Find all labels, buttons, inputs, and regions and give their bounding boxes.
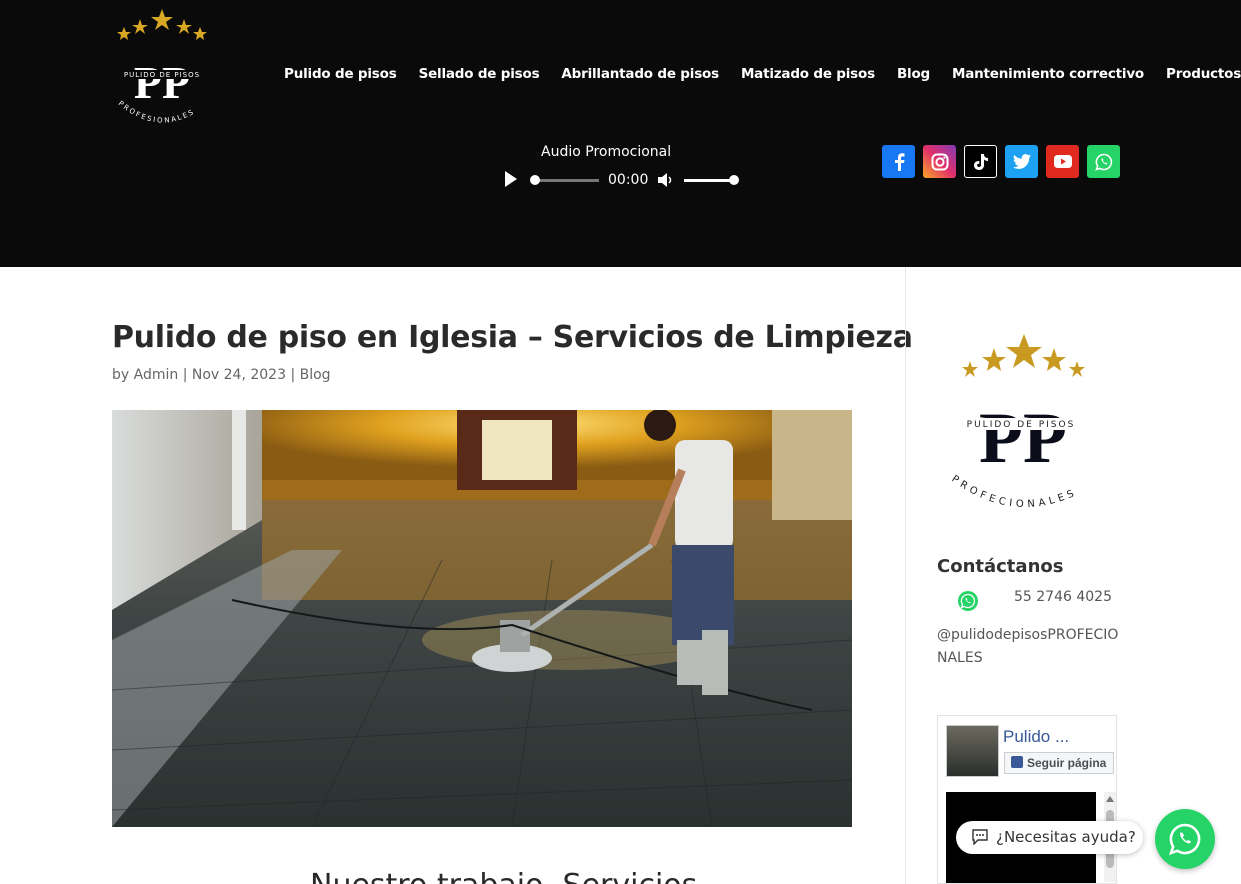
audio-player: 00:00 [505,168,745,192]
facebook-page-name[interactable]: Pulido ... [1003,727,1069,747]
main-nav: Pulido de pisos Sellado de pisos Abrilla… [284,66,1241,82]
chat-icon [972,829,988,845]
site-header: PP PULIDO DE PISOS PROFESIONALES Pulido … [0,0,1241,267]
play-icon[interactable] [505,171,517,187]
contact-phone[interactable]: 55 2746 4025 [1014,589,1112,605]
svg-text:PP: PP [979,398,1067,478]
help-bubble[interactable]: ¿Necesitas ayuda? [956,821,1143,854]
post-subheading: Nuestro trabajo, Servicios [310,868,697,884]
svg-text:PROFECIONALES: PROFECIONALES [949,474,1079,511]
svg-text:PULIDO DE PISOS: PULIDO DE PISOS [967,420,1076,430]
instagram-icon[interactable] [923,145,956,178]
nav-sellado[interactable]: Sellado de pisos [419,66,540,82]
nav-matizado[interactable]: Matizado de pisos [741,66,875,82]
audio-progress-handle[interactable] [530,175,540,185]
post-meta: by Admin | Nov 24, 2023 | Blog [112,367,331,383]
volume-handle[interactable] [729,175,739,185]
svg-text:PP: PP [134,57,190,108]
social-handle[interactable]: @pulidodepisosPROFECIONALES [937,624,1119,670]
nav-blog[interactable]: Blog [897,66,930,82]
social-links [882,145,1120,178]
whatsapp-chat-button[interactable] [1155,809,1215,869]
facebook-follow-button[interactable]: Seguir página [1004,752,1114,774]
nav-mantenimiento[interactable]: Mantenimiento correctivo [952,66,1144,82]
nav-abrillantado[interactable]: Abrillantado de pisos [561,66,719,82]
meta-prefix: by [112,367,134,383]
post-date: Nov 24, 2023 [191,367,286,383]
nav-productos[interactable]: Productos [1166,66,1241,82]
post-title: Pulido de piso en Iglesia – Servicios de… [112,320,913,355]
twitter-icon[interactable] [1005,145,1038,178]
facebook-icon [1011,756,1023,768]
sidebar-logo: PP PULIDO DE PISOS PROFECIONALES [945,330,1110,520]
youtube-icon[interactable] [1046,145,1079,178]
audio-title: Audio Promocional [541,144,672,160]
whatsapp-icon [1168,823,1201,856]
category-link[interactable]: Blog [300,367,331,383]
nav-pulido[interactable]: Pulido de pisos [284,66,397,82]
tiktok-icon[interactable] [964,145,997,178]
audio-time: 00:00 [608,172,649,188]
facebook-follow-label: Seguir página [1027,756,1107,770]
volume-track[interactable] [684,179,734,182]
facebook-page-widget: Pulido ... Seguir página [937,715,1117,884]
author-link[interactable]: Admin [134,367,179,383]
facebook-icon[interactable] [882,145,915,178]
site-logo[interactable]: PP PULIDO DE PISOS PROFESIONALES [108,6,216,134]
volume-icon[interactable] [657,172,675,188]
contact-heading: Contáctanos [937,556,1064,577]
featured-image [112,410,852,827]
help-text: ¿Necesitas ayuda? [996,828,1136,846]
svg-text:PULIDO DE PISOS: PULIDO DE PISOS [124,71,200,79]
audio-progress-track[interactable] [533,179,599,182]
sidebar-divider [905,267,906,884]
facebook-page-thumbnail[interactable] [946,725,999,777]
whatsapp-icon[interactable] [1087,145,1120,178]
whatsapp-icon[interactable] [957,590,979,612]
